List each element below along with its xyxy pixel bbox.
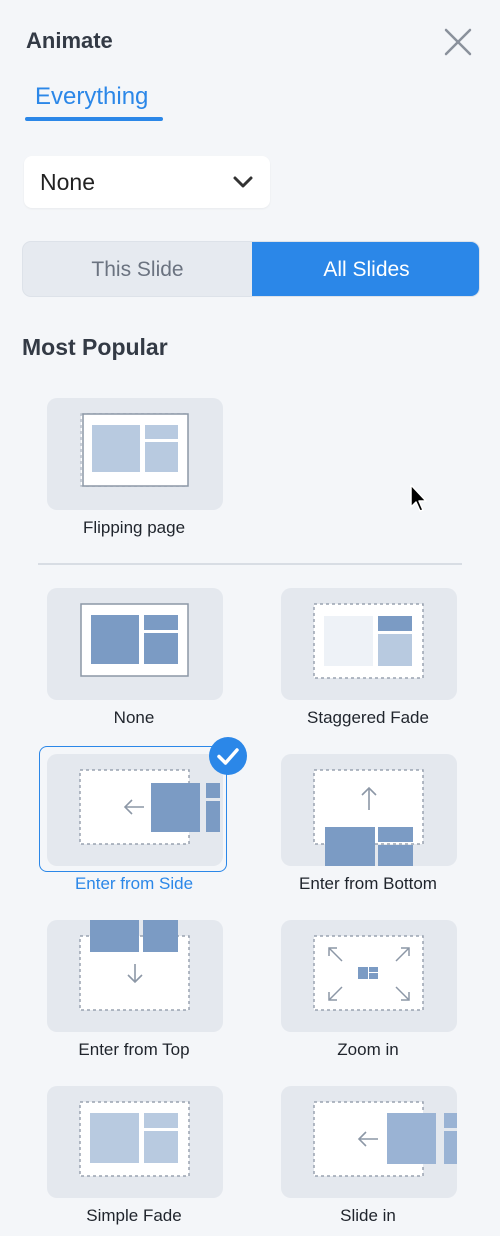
animation-label: Enter from Bottom: [299, 874, 437, 893]
slide-in-thumbnail: [313, 1101, 457, 1177]
animation-card-none[interactable]: [47, 588, 223, 700]
chevron-down-icon: [232, 172, 254, 192]
animation-label: Staggered Fade: [307, 708, 429, 727]
tab-everything-label: Everything: [35, 83, 149, 110]
dropdown-value: None: [40, 169, 95, 195]
enter-from-side-thumbnail: [79, 769, 220, 845]
animation-card-enter-from-bottom[interactable]: [281, 754, 457, 866]
animation-label: Zoom in: [337, 1040, 399, 1059]
staggered-fade-thumbnail: [313, 603, 424, 679]
none-thumbnail: [80, 603, 189, 677]
animation-card-enter-from-side[interactable]: [47, 754, 223, 866]
section-divider: [38, 563, 462, 565]
close-button[interactable]: [440, 24, 476, 60]
selected-check-icon: [209, 737, 247, 775]
animation-label: Simple Fade: [86, 1206, 182, 1225]
tab-active-underline: [25, 117, 163, 121]
section-title: Most Popular: [22, 334, 168, 360]
animation-card-simple-fade[interactable]: [47, 1086, 223, 1198]
animation-label: Enter from Top: [78, 1040, 190, 1059]
animate-panel: Animate Everything None This Slide All S…: [0, 0, 500, 1236]
animation-card-slide-in[interactable]: [281, 1086, 457, 1198]
animation-label: Slide in: [340, 1206, 396, 1225]
this-slide-button[interactable]: This Slide: [23, 242, 252, 296]
animation-card-staggered-fade[interactable]: [281, 588, 457, 700]
animation-card-zoom-in[interactable]: [281, 920, 457, 1032]
panel-title: Animate: [26, 28, 113, 53]
enter-from-bottom-thumbnail: [313, 769, 424, 866]
animation-card-flipping-page[interactable]: [47, 398, 223, 510]
flipping-page-thumbnail: [80, 413, 189, 487]
close-icon: [444, 28, 472, 56]
category-dropdown[interactable]: None: [24, 156, 270, 208]
animation-label: Enter from Side: [74, 874, 194, 893]
scope-toggle: This Slide All Slides: [22, 241, 480, 297]
animation-label: None: [113, 708, 155, 727]
all-slides-button[interactable]: All Slides: [252, 242, 479, 296]
enter-from-top-thumbnail: [79, 920, 190, 1011]
animation-label: Flipping page: [82, 518, 186, 537]
mouse-cursor-icon: [409, 483, 431, 515]
animation-card-enter-from-top[interactable]: [47, 920, 223, 1032]
zoom-in-thumbnail: [313, 935, 424, 1011]
simple-fade-thumbnail: [79, 1101, 190, 1177]
tab-everything[interactable]: Everything: [25, 80, 165, 122]
